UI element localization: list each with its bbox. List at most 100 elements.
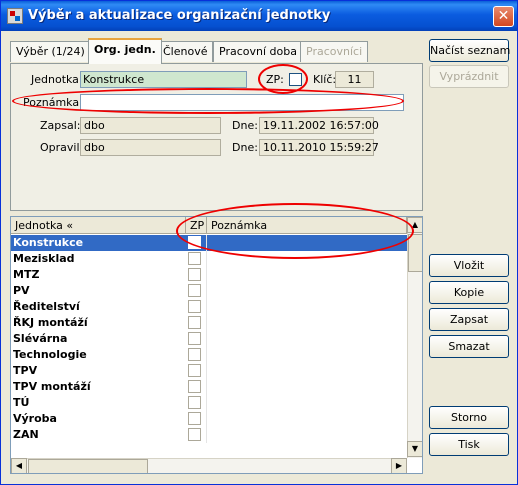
column-divider — [206, 235, 207, 251]
scroll-down-icon[interactable]: ▼ — [407, 441, 422, 457]
zp-label: ZP: — [266, 73, 284, 86]
vertical-scrollbar[interactable]: ▲ ▼ — [407, 217, 422, 458]
detail-panel: Jednotka: Konstrukce ZP: Klíč: 11 Poznám… — [10, 63, 423, 211]
table-row[interactable]: Technologie — [11, 347, 407, 363]
tab-pracovnici[interactable]: Pracovníci — [300, 41, 369, 62]
poznamka-label: Poznámka: — [23, 96, 83, 109]
dialog-window: Výběr a aktualizace organizační jednotky… — [0, 0, 518, 485]
jednotka-label: Jednotka: — [31, 73, 83, 86]
table-row[interactable]: Slévárna — [11, 331, 407, 347]
table-row[interactable]: TPV — [11, 363, 407, 379]
table-row[interactable]: TÚ — [11, 395, 407, 411]
zapsal-label: Zapsal: — [40, 119, 81, 132]
storno-button[interactable]: Storno — [429, 406, 509, 429]
row-zp-checkbox[interactable] — [188, 252, 201, 265]
scroll-right-icon[interactable]: ▶ — [391, 458, 407, 473]
kopie-button[interactable]: Kopie — [429, 281, 509, 304]
vlozit-button[interactable]: Vložit — [429, 254, 509, 277]
horizontal-scrollbar[interactable]: ◀ ▶ — [11, 458, 407, 473]
row-zp-checkbox[interactable] — [188, 268, 201, 281]
row-zp-checkbox[interactable] — [188, 284, 201, 297]
dne2-label: Dne: — [232, 141, 258, 154]
row-zp-checkbox[interactable] — [188, 348, 201, 361]
table-row[interactable]: Ředitelství — [11, 299, 407, 315]
status-bar — [1, 478, 517, 484]
opravil-value: dbo — [80, 139, 221, 156]
title-bar[interactable]: Výběr a aktualizace organizační jednotky… — [1, 1, 517, 31]
row-jednotka: TÚ — [13, 396, 30, 409]
row-jednotka: ZAN — [13, 428, 39, 441]
row-jednotka: MTZ — [13, 268, 40, 281]
row-zp-checkbox[interactable] — [188, 300, 201, 313]
row-jednotka: Konstrukce — [13, 236, 84, 249]
col-zp-header[interactable]: ZP — [186, 217, 207, 234]
column-divider — [206, 299, 207, 315]
column-divider — [206, 395, 207, 411]
column-divider — [206, 347, 207, 363]
horizontal-scroll-thumb[interactable] — [28, 459, 148, 473]
jednotka-field[interactable]: Konstrukce — [80, 71, 247, 88]
column-divider — [206, 427, 207, 443]
vertical-scroll-thumb[interactable] — [408, 234, 422, 272]
zapsal-value: dbo — [80, 117, 221, 134]
row-jednotka: ŘKJ montáží — [13, 316, 88, 329]
row-zp-checkbox[interactable] — [188, 236, 201, 249]
tab-org-jedn[interactable]: Org. jedn. — [88, 38, 162, 64]
scroll-up-icon[interactable]: ▲ — [407, 217, 422, 233]
row-jednotka: PV — [13, 284, 30, 297]
tab-pracovni-doba[interactable]: Pracovní doba — [213, 41, 303, 62]
table-row[interactable]: Mezisklad — [11, 251, 407, 267]
close-button[interactable]: ✕ — [493, 6, 514, 27]
row-zp-checkbox[interactable] — [188, 364, 201, 377]
nacist-seznam-button[interactable]: Načíst seznam — [429, 39, 510, 62]
table-row[interactable]: ZAN — [11, 427, 407, 443]
col-jednotka-header[interactable]: Jednotka « — [11, 217, 186, 234]
column-divider — [206, 379, 207, 395]
dne1-label: Dne: — [232, 119, 258, 132]
table-row[interactable]: ŘKJ montáží — [11, 315, 407, 331]
row-zp-checkbox[interactable] — [188, 316, 201, 329]
column-divider — [206, 251, 207, 267]
row-zp-checkbox[interactable] — [188, 412, 201, 425]
zapsat-button[interactable]: Zapsat — [429, 308, 509, 331]
row-zp-checkbox[interactable] — [188, 332, 201, 345]
column-divider — [206, 283, 207, 299]
dne1-value: 19.11.2002 16:57:00 — [259, 117, 379, 134]
column-divider — [206, 267, 207, 283]
row-zp-checkbox[interactable] — [188, 380, 201, 393]
tisk-button[interactable]: Tisk — [429, 433, 509, 456]
column-divider — [206, 363, 207, 379]
row-jednotka: Mezisklad — [13, 252, 75, 265]
row-jednotka: Slévárna — [13, 332, 68, 345]
column-divider — [206, 331, 207, 347]
opravil-label: Opravil: — [40, 141, 84, 154]
tab-vyber[interactable]: Výběr (1/24) — [10, 41, 91, 62]
column-divider — [206, 315, 207, 331]
scroll-left-icon[interactable]: ◀ — [11, 458, 27, 473]
vyprazdnit-button[interactable]: Vyprázdnit — [429, 65, 509, 88]
zp-checkbox[interactable] — [289, 73, 302, 86]
col-poznamka-header[interactable]: Poznámka — [207, 217, 407, 234]
row-jednotka: Technologie — [13, 348, 87, 361]
klic-label: Klíč: — [313, 73, 337, 86]
smazat-button[interactable]: Smazat — [429, 335, 509, 358]
table-row[interactable]: Výroba — [11, 411, 407, 427]
table-row[interactable]: PV — [11, 283, 407, 299]
table-row[interactable]: TPV montáží — [11, 379, 407, 395]
app-icon — [7, 8, 23, 24]
dne2-value: 10.11.2010 15:59:27 — [259, 139, 379, 156]
units-grid[interactable]: Jednotka « ZP Poznámka Konstrukce Mezisk… — [10, 216, 423, 474]
window-title: Výběr a aktualizace organizační jednotky — [28, 8, 331, 23]
row-jednotka: Výroba — [13, 412, 57, 425]
table-row[interactable]: MTZ — [11, 267, 407, 283]
row-jednotka: TPV montáží — [13, 380, 91, 393]
poznamka-field[interactable] — [80, 94, 404, 111]
row-zp-checkbox[interactable] — [188, 396, 201, 409]
table-row[interactable]: Konstrukce — [11, 235, 407, 251]
klic-value: 11 — [335, 71, 374, 88]
tab-clenove[interactable]: Členové — [157, 41, 214, 62]
column-divider — [206, 411, 207, 427]
row-jednotka: TPV — [13, 364, 38, 377]
row-zp-checkbox[interactable] — [188, 428, 201, 441]
row-jednotka: Ředitelství — [13, 300, 80, 313]
